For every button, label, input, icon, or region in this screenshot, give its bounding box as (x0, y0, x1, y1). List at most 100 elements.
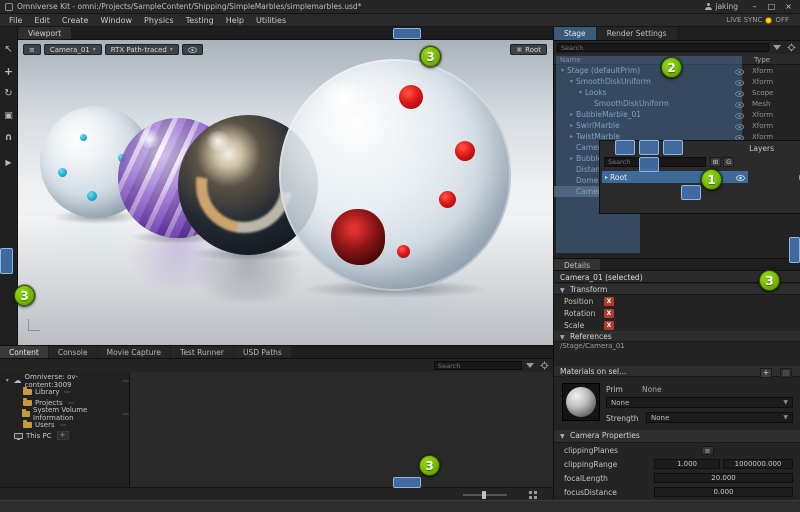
scale-icon[interactable] (2, 109, 16, 122)
root-button[interactable]: ▣ Root (510, 44, 547, 55)
material-binding-dropdown[interactable]: None▼ (606, 397, 793, 408)
chevron-down-icon: ▼ (560, 287, 565, 294)
play-icon[interactable] (2, 153, 16, 166)
stage-search-row (554, 41, 800, 54)
dock-target-center (639, 140, 659, 155)
content-tree-item[interactable]: ▾ Omniverse: ov-content:3009 (0, 375, 129, 386)
viewport-menu-button[interactable]: ≡ (23, 44, 41, 55)
filter-icon[interactable] (771, 43, 783, 53)
material-sphere-icon (566, 387, 596, 417)
strength-label: Strength (606, 414, 638, 423)
references-section-header[interactable]: ▼ References (554, 331, 800, 342)
visibility-toggle-button[interactable] (182, 44, 203, 55)
content-grid-area[interactable] (130, 372, 553, 487)
add-connection-button[interactable]: + (57, 431, 69, 440)
content-tab[interactable]: Console (49, 346, 97, 358)
material-extra-button[interactable]: ▤ (780, 368, 792, 378)
viewport-toolbar: ≡ Camera_01 RTX Path-traced (23, 44, 203, 55)
menu-item[interactable]: File (3, 16, 28, 25)
menu-item[interactable]: Utilities (250, 16, 292, 25)
camera-properties-header[interactable]: ▼ Camera Properties (554, 430, 800, 443)
callout-badge: 3 (419, 455, 440, 476)
folder-icon (23, 400, 32, 406)
select-icon[interactable] (2, 43, 16, 56)
strength-dropdown[interactable]: None▼ (646, 412, 793, 423)
live-sync-control[interactable]: LIVE SYNC OFF (726, 16, 789, 24)
viewport-tab-bar: Viewport (18, 27, 553, 40)
minimize-button[interactable]: – (748, 1, 761, 12)
property-row: focusDistance 0.000 (554, 485, 800, 499)
close-button[interactable]: × (782, 1, 795, 12)
viewport-tab[interactable]: Viewport (18, 27, 71, 39)
add-connection-button[interactable] (60, 424, 66, 426)
gear-icon[interactable] (538, 361, 550, 371)
content-browser-panel: ContentConsoleMovie CaptureTest RunnerUS… (0, 345, 553, 500)
content-footer (0, 487, 553, 501)
stage-tab[interactable]: Stage (554, 27, 596, 40)
slider-handle[interactable] (482, 491, 486, 499)
add-material-button[interactable]: + (760, 368, 772, 378)
grid-view-icon[interactable] (529, 491, 537, 499)
clipping-range-min-field[interactable]: 1.000 (654, 459, 720, 469)
layers-tool-button[interactable]: ⊞ (710, 157, 721, 167)
clear-transform-button[interactable]: X (604, 309, 614, 318)
maximize-button[interactable]: □ (765, 1, 778, 12)
user-name: jaking (715, 2, 738, 11)
renderer-select-button[interactable]: RTX Path-traced (105, 44, 179, 55)
stage-search-input[interactable] (557, 43, 769, 52)
filter-icon[interactable] (524, 361, 536, 371)
dock-target-bottom (393, 477, 421, 488)
menu-item[interactable]: Help (220, 16, 250, 25)
menu-item[interactable]: Physics (138, 16, 180, 25)
chevron-down-icon: ▼ (560, 433, 565, 440)
clear-transform-button[interactable]: X (604, 321, 614, 330)
transform-row-label: Scale (564, 321, 598, 330)
expand-arrow-icon[interactable]: ▸ (605, 174, 608, 181)
layers-root-item[interactable]: ▸ Root (602, 171, 748, 183)
clipping-range-max-field[interactable]: 1000000.000 (723, 459, 793, 469)
viewport-canvas[interactable] (18, 40, 553, 345)
menu-item[interactable]: Edit (28, 16, 56, 25)
menu-item[interactable]: Window (94, 16, 138, 25)
property-label: clippingRange (564, 460, 617, 469)
camera-select-button[interactable]: Camera_01 (44, 44, 102, 55)
list-edit-icon[interactable]: ≡ (701, 446, 714, 455)
menu-item[interactable]: Create (56, 16, 95, 25)
property-row: clippingPlanes ≡ (554, 443, 800, 457)
gear-icon[interactable] (785, 43, 797, 53)
user-chip[interactable]: jaking (705, 2, 738, 11)
content-tree-item[interactable]: System Volume Information (0, 408, 129, 419)
details-tab[interactable]: Details (554, 259, 600, 270)
content-tab[interactable]: Content (0, 346, 48, 358)
content-tab[interactable]: USD Paths (234, 346, 291, 358)
focal-length-field[interactable]: 20.000 (654, 473, 793, 483)
content-tab[interactable]: Test Runner (171, 346, 233, 358)
add-connection-button[interactable] (64, 391, 70, 393)
add-connection-button[interactable] (68, 402, 74, 404)
move-icon[interactable] (2, 65, 16, 78)
add-connection-button[interactable] (123, 413, 129, 415)
focus-distance-field[interactable]: 0.000 (654, 487, 793, 497)
snap-icon[interactable] (2, 131, 16, 144)
dock-target-right (789, 237, 800, 263)
viewport-panel: Viewport (18, 27, 553, 345)
add-connection-button[interactable] (123, 380, 129, 382)
stage-tab[interactable]: Render Settings (597, 27, 677, 40)
menu-item[interactable]: Testing (180, 16, 220, 25)
content-tree-item[interactable]: This PC + (0, 430, 129, 441)
content-search-input[interactable] (434, 361, 522, 370)
visibility-eye-icon[interactable] (736, 173, 745, 182)
callout-badge: 3 (14, 285, 35, 306)
transform-row: Rotation X (554, 307, 800, 319)
eye-icon (188, 47, 197, 53)
prim-type: Xform (752, 78, 773, 86)
clear-transform-button[interactable]: X (604, 297, 614, 306)
content-tab[interactable]: Movie Capture (98, 346, 170, 358)
live-sync-dot-icon[interactable] (765, 17, 772, 24)
layers-tool-button[interactable]: G (723, 157, 734, 167)
rotate-icon[interactable] (2, 87, 16, 100)
prim-type: Xform (752, 67, 773, 75)
expand-arrow-icon[interactable]: ▾ (4, 377, 11, 384)
thumbnail-size-slider[interactable] (463, 494, 507, 496)
prim-value: None (642, 385, 662, 394)
